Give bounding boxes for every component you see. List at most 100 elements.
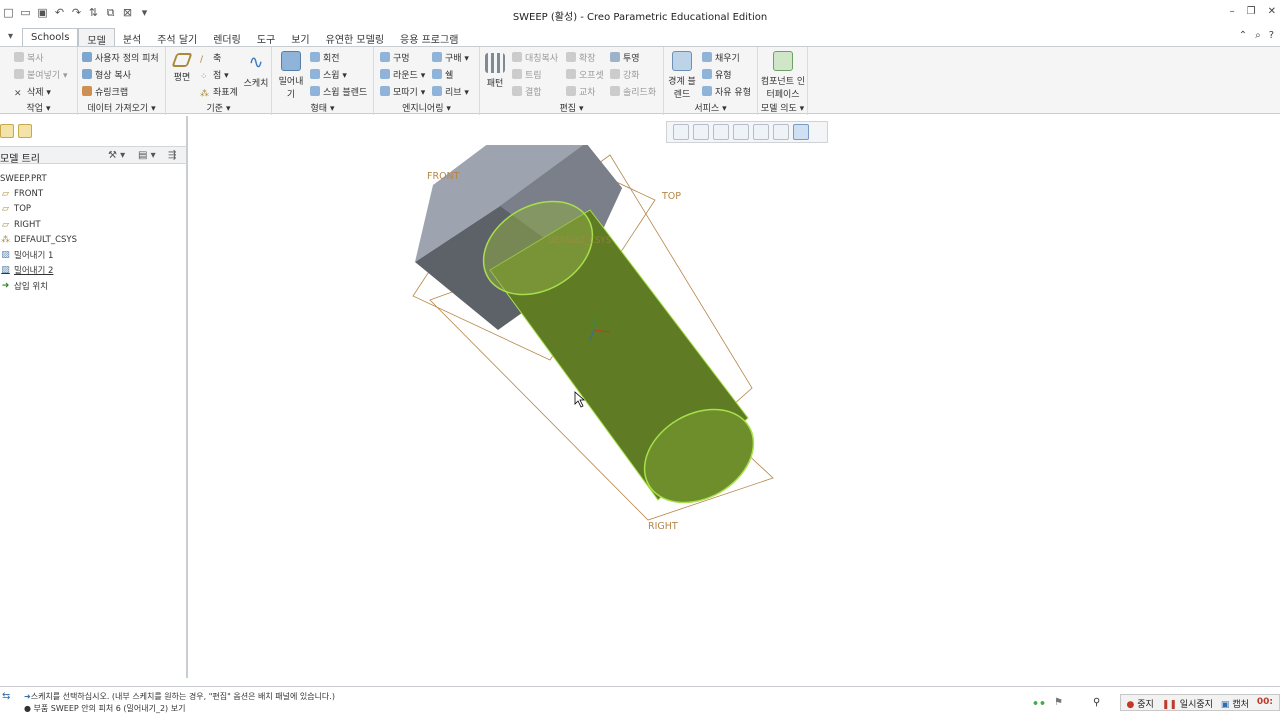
group-operations: 복사 붙여넣기 ▾ ✕ 삭제 ▾ 작업 ▾ [0,47,78,115]
sweep-button[interactable]: 스윕 ▾ [310,68,347,81]
collapse-ribbon-icon[interactable]: ⌃ [1239,30,1247,41]
find-icon[interactable]: ⚲ [1093,697,1100,708]
mirror-button[interactable]: 대칭복사 [512,51,558,64]
paste-button[interactable]: 붙여넣기 ▾ [14,68,68,81]
draft-button[interactable]: 구배 ▾ [432,51,469,64]
tab-tools[interactable]: 도구 [249,28,283,46]
revolve-button[interactable]: 회전 [310,51,340,64]
help-icon[interactable]: ? [1269,30,1274,41]
tab-schools[interactable]: Schools [22,28,79,46]
close-icon[interactable]: ✕ [1268,6,1276,17]
boundary-blend-button[interactable]: 경계 블렌드 [666,51,698,100]
merge-button[interactable]: 결합 [512,85,542,98]
freestyle-button[interactable]: 자유 유형 [702,85,751,98]
tree-item-extrude-1[interactable]: ▨ 밀어내기 1 [0,247,77,262]
plane-button[interactable]: 평면 [170,53,194,83]
refit-icon[interactable] [673,124,689,140]
group-label-engineering[interactable]: 엔지니어링 ▾ [374,101,479,114]
tree-item-extrude-2[interactable]: ▨ 밀어내기 2 [0,263,77,278]
tree-item-insert-here[interactable]: ➜ 삽입 위치 [0,278,77,293]
front-datum-label[interactable]: FRONT [427,171,460,182]
offset-button[interactable]: 오프셋 [566,68,604,81]
tree-item-part[interactable]: SWEEP.PRT [0,171,77,186]
right-datum-label[interactable]: RIGHT [648,521,678,532]
point-button[interactable]: ⁘ 점 ▾ [200,68,229,82]
repaint-icon[interactable] [733,124,749,140]
recorder-pause-button[interactable]: ❚❚ 일시중지 [1162,697,1213,710]
intersect-button[interactable]: 교차 [566,85,596,98]
tree-columns-icon[interactable]: ▤ ▾ [138,150,156,161]
group-label-get-data[interactable]: 데이터 가져오기 ▾ [78,101,165,114]
top-datum-label[interactable]: TOP [661,191,681,202]
file-menu-button[interactable]: ▾ [0,28,22,46]
axis-button[interactable]: / 축 [200,51,221,65]
shell-button[interactable]: 쉘 [432,68,453,81]
csys-button[interactable]: ⁂ 좌표계 [200,85,238,99]
draft-icon [432,52,442,62]
group-shapes: 밀어내기 회전 스윕 ▾ 스윕 블렌드 형태 ▾ [272,47,374,115]
shrinkwrap-button[interactable]: 슈링크랩 [82,85,128,98]
hole-button[interactable]: 구멍 [380,51,410,64]
csys-datum-label[interactable]: DEFAULT_CSYS [548,236,611,246]
rib-button[interactable]: 리브 ▾ [432,85,469,98]
tab-view[interactable]: 보기 [283,28,317,46]
extrude-button[interactable]: 밀어내기 [276,51,306,100]
ribbon-tabs: ▾ Schools 모델 분석 주석 달기 렌더링 도구 보기 유연한 모델링 … [0,28,1280,47]
chamfer-button[interactable]: 모따기 ▾ [380,85,425,98]
restore-icon[interactable]: ❐ [1247,6,1256,17]
project-button[interactable]: 투영 [610,51,640,64]
tab-model[interactable]: 모델 [78,28,115,47]
round-button[interactable]: 라운드 ▾ [380,68,425,81]
minimize-icon[interactable]: – [1230,6,1235,17]
thicken-button[interactable]: 강화 [610,68,640,81]
pattern-button[interactable]: 패턴 [484,53,506,89]
trim-button[interactable]: 트림 [512,68,542,81]
tree-item-front[interactable]: ▱ FRONT [0,186,77,201]
component-interface-button[interactable]: 컴포넌트 인터페이스 [760,51,806,100]
flag-icon[interactable]: ⚑ [1054,697,1063,708]
display-style-icon[interactable] [753,124,769,140]
copy-geometry-button[interactable]: 형상 복사 [82,68,131,81]
graphics-viewport[interactable]: FRONT TOP RIGHT DEFAULT_CSYS [190,145,1280,685]
copy-button[interactable]: 복사 [14,51,44,64]
group-label-model-intent[interactable]: 모델 의도 ▾ [758,101,807,114]
tree-settings-icon[interactable]: ⚒ ▾ [108,150,125,161]
recorder-capture-button[interactable]: ▣ 캡처 [1221,697,1249,710]
freestyle-icon [702,86,712,96]
group-label-editing[interactable]: 편집 ▾ [480,101,663,114]
message-log-icon[interactable]: ⇆ [2,691,10,702]
group-label-shapes[interactable]: 형태 ▾ [272,101,373,114]
tab-applications[interactable]: 응용 프로그램 [392,28,466,46]
datum-plane-icon: ▱ [2,188,9,199]
udf-button[interactable]: 사용자 정의 피처 [82,51,159,64]
tab-render[interactable]: 렌더링 [205,28,249,46]
zoom-in-icon[interactable] [693,124,709,140]
solidify-button[interactable]: 솔리드화 [610,85,656,98]
fill-button[interactable]: 채우기 [702,51,740,64]
sketch-button[interactable]: ∿ 스케치 [242,53,270,90]
datum-display-filters-icon[interactable] [793,124,809,140]
model-tree-tab-icon[interactable] [0,124,14,138]
tab-analysis[interactable]: 분석 [115,28,149,46]
swept-blend-button[interactable]: 스윕 블렌드 [310,85,367,98]
style-button[interactable]: 유형 [702,68,732,81]
tree-item-default-csys[interactable]: ⁂ DEFAULT_CSYS [0,232,77,247]
tree-filters-icon[interactable]: ⇶ [168,150,176,161]
panel-tab-strip [0,124,32,138]
folder-browser-tab-icon[interactable] [18,124,32,138]
tree-item-top[interactable]: ▱ TOP [0,202,77,217]
group-label-operations[interactable]: 작업 ▾ [0,101,77,114]
tab-annotate[interactable]: 주석 달기 [149,28,205,46]
recorder-stop-button[interactable]: ● 중지 [1127,697,1154,710]
group-label-datum[interactable]: 기준 ▾ [166,101,271,114]
saved-orientations-icon[interactable] [773,124,789,140]
delete-button[interactable]: ✕ 삭제 ▾ [14,85,51,99]
zoom-out-icon[interactable] [713,124,729,140]
tab-flexible-modeling[interactable]: 유연한 모델링 [318,28,392,46]
pattern-icon [485,53,505,73]
extend-button[interactable]: 확장 [566,51,596,64]
tree-item-right[interactable]: ▱ RIGHT [0,217,77,232]
group-label-surfaces[interactable]: 서피스 ▾ [664,101,757,114]
search-icon[interactable]: ⌕ [1255,30,1261,41]
trim-icon [512,69,522,79]
